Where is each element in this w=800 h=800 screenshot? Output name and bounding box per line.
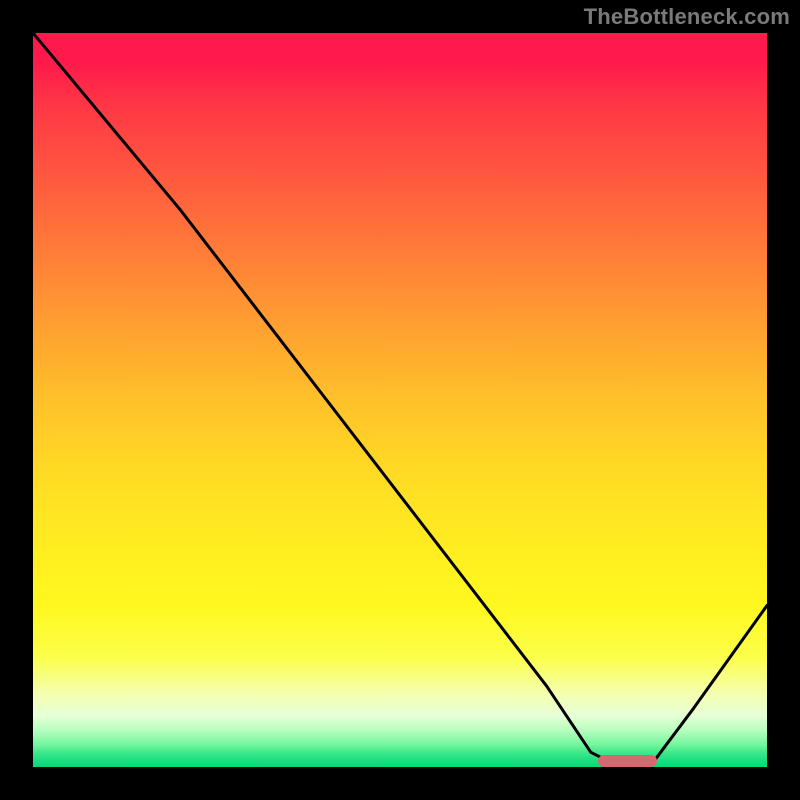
chart-frame: TheBottleneck.com — [0, 0, 800, 800]
watermark-text: TheBottleneck.com — [584, 4, 790, 30]
curve-path — [33, 33, 767, 767]
optimal-range-marker — [598, 755, 657, 767]
plot-area — [33, 33, 767, 767]
bottleneck-curve — [33, 33, 767, 767]
